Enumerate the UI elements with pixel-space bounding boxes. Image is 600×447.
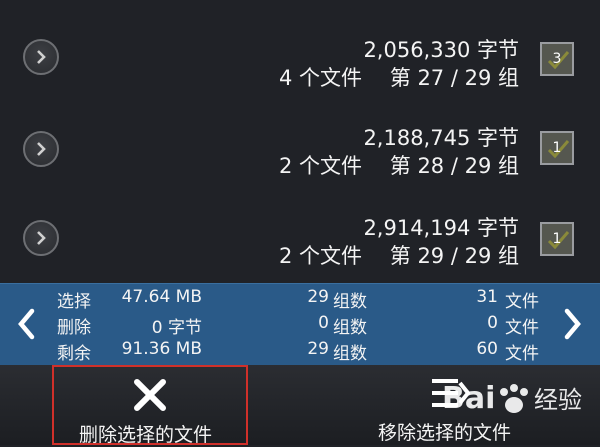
selection-summary-panel: 选择 47.64 MB 29 组数 31 文件 删除 0 字节 0 组数 0 文…: [0, 283, 600, 366]
group-bytes: 2,188,745 字节: [363, 126, 519, 150]
baidu-paw-icon: Bai 经验: [442, 381, 582, 416]
stat-file-label: 文件: [505, 292, 539, 312]
stat-file-count: 0: [487, 313, 498, 333]
stat-size: 91.36 MB: [121, 339, 202, 359]
open-group-button[interactable]: [23, 220, 59, 256]
checked-count: 1: [552, 140, 562, 156]
close-icon: [134, 379, 166, 411]
group-bytes: 2,056,330 字节: [363, 38, 519, 62]
group-index: 第 28 / 29 组: [389, 154, 519, 178]
group-index: 第 29 / 29 组: [389, 244, 519, 268]
stat-group-count: 29: [307, 287, 329, 307]
group-row: 2,056,330 字节 4 个文件 第 27 / 29 组 3: [0, 12, 600, 104]
group-select-checkbox[interactable]: 1: [540, 222, 574, 256]
svg-text:Bai: Bai: [442, 381, 495, 416]
checked-count: 3: [552, 51, 562, 67]
stat-row-remaining: 剩余 91.36 MB 29 组数 60 文件: [0, 339, 600, 365]
group-file-count: 4 个文件: [279, 66, 363, 90]
group-select-checkbox[interactable]: 3: [540, 42, 574, 76]
stat-file-count: 60: [476, 339, 498, 359]
delete-selected-files-button[interactable]: 删除选择的文件: [52, 365, 248, 446]
stat-size: 0 字节: [151, 318, 202, 338]
stat-file-label: 文件: [505, 318, 539, 338]
stat-group-count: 29: [307, 339, 329, 359]
svg-text:经验: 经验: [534, 386, 582, 414]
chevron-right-icon: [37, 50, 46, 64]
stat-label: 剩余: [57, 344, 91, 364]
stat-file-count: 31: [476, 287, 498, 307]
delete-selected-files-label: 删除选择的文件: [79, 424, 213, 446]
chevron-right-icon: [37, 142, 46, 156]
stat-group-label: 组数: [333, 344, 367, 364]
group-row: 2,188,745 字节 2 个文件 第 28 / 29 组 1: [0, 104, 600, 196]
stat-row-deleted: 删除 0 字节 0 组数 0 文件: [0, 313, 600, 339]
checked-count: 1: [552, 231, 562, 247]
stat-group-count: 0: [318, 313, 329, 333]
group-bytes: 2,914,194 字节: [363, 216, 519, 240]
stat-label: 选择: [57, 292, 91, 312]
stat-row-selected: 选择 47.64 MB 29 组数 31 文件: [0, 287, 600, 313]
baidu-watermark: Bai 经验: [432, 372, 592, 422]
group-row: 2,914,194 字节 2 个文件 第 29 / 29 组 1: [0, 195, 600, 287]
duplicate-group-list: 2,056,330 字节 4 个文件 第 27 / 29 组 3 2,188,7…: [0, 0, 600, 283]
open-group-button[interactable]: [23, 131, 59, 167]
group-select-checkbox[interactable]: 1: [540, 131, 574, 165]
stat-label: 删除: [57, 318, 91, 338]
stat-size: 47.64 MB: [121, 287, 202, 307]
group-file-count: 2 个文件: [279, 154, 363, 178]
group-index: 第 27 / 29 组: [389, 66, 519, 90]
remove-selected-files-label: 移除选择的文件: [378, 422, 512, 444]
open-group-button[interactable]: [23, 39, 59, 75]
chevron-right-icon: [37, 231, 46, 245]
stat-group-label: 组数: [333, 292, 367, 312]
stat-file-label: 文件: [505, 344, 539, 364]
stat-group-label: 组数: [333, 318, 367, 338]
group-file-count: 2 个文件: [279, 244, 363, 268]
